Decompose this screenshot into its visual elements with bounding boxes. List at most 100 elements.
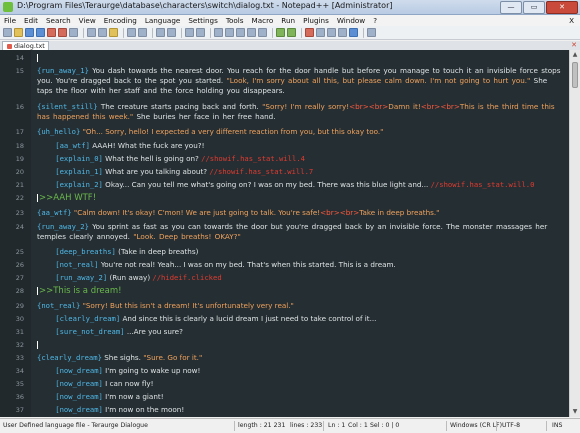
dialogue-text: She buries her face in her free hand. — [133, 112, 276, 121]
sync-horizontal-icon[interactable] — [225, 28, 234, 37]
maximize-button[interactable]: ▭ — [523, 1, 545, 14]
vertical-scrollbar[interactable]: ▲ ▼ — [569, 50, 580, 417]
notepad-plus-plus-icon — [3, 2, 13, 12]
undo-icon[interactable] — [127, 28, 136, 37]
replace-icon[interactable] — [167, 28, 176, 37]
copy-icon[interactable] — [98, 28, 107, 37]
menu-edit[interactable]: Edit — [20, 15, 42, 26]
dialogue-text: Okay... Can you tell me what's going on?… — [102, 180, 431, 189]
close-button[interactable]: ✕ — [546, 1, 578, 14]
status-sel: Sel : 0 | 0 — [370, 422, 400, 429]
line-text: [explain_0] What the hell is going on? /… — [37, 154, 562, 164]
spell-check-icon[interactable] — [367, 28, 376, 37]
toolbar-separator — [210, 27, 211, 38]
scrollbar-thumb[interactable] — [572, 62, 578, 88]
quoted-speech: "Oh... Sorry, hello! I expected a very d… — [80, 127, 384, 136]
line-text: [deep_breaths] (Take in deep breaths) — [37, 247, 562, 257]
quoted-speech: Take in deep breaths." — [359, 208, 440, 217]
zoom-in-icon[interactable] — [185, 28, 194, 37]
show-all-characters-icon[interactable] — [247, 28, 256, 37]
menu-settings[interactable]: Settings — [184, 15, 221, 26]
br-tag: <br><br> — [420, 102, 460, 111]
line-number: 26 — [15, 261, 24, 269]
save-macro-icon[interactable] — [349, 28, 358, 37]
dialogue-text: And since this is clearly a lucid dream … — [120, 314, 377, 323]
quoted-speech: "Look, I'm sorry about all this, but ple… — [226, 76, 531, 85]
close-all-icon[interactable] — [58, 28, 67, 37]
line-number: 22 — [15, 194, 24, 202]
menu-view[interactable]: View — [75, 15, 100, 26]
choice-label: [run_away_2] — [55, 273, 108, 282]
choice-label: [now_dream] — [55, 405, 103, 414]
quoted-speech: "Look. Deep breaths! OKAY?" — [133, 232, 241, 241]
stop-recording-icon[interactable] — [316, 28, 325, 37]
sync-vertical-icon[interactable] — [214, 28, 223, 37]
toolbar-separator — [181, 27, 182, 38]
menu-help[interactable]: ? — [369, 15, 381, 26]
menu-window[interactable]: Window — [333, 15, 369, 26]
scroll-down-icon[interactable]: ▼ — [571, 408, 579, 416]
status-language: User Defined language file - Teraurge Di… — [3, 422, 148, 429]
function-list-icon[interactable] — [287, 28, 296, 37]
close-file-icon[interactable] — [47, 28, 56, 37]
menu-tools[interactable]: Tools — [222, 15, 248, 26]
choice-label: {run_away_2} — [37, 222, 89, 231]
menu-bar: File Edit Search View Encoding Language … — [0, 15, 580, 26]
line-number: 17 — [15, 128, 24, 136]
dialogue-text: The creature starts pacing back and fort… — [97, 102, 263, 111]
line-number: 29 — [15, 302, 24, 310]
line-text — [37, 53, 562, 63]
dialogue-text: (Take in deep breaths) — [115, 247, 199, 256]
caret-bar — [37, 287, 38, 295]
menu-file[interactable]: File — [0, 15, 20, 26]
editor-area[interactable]: 14 15 {run_away_1} You dash towards the ne… — [0, 50, 580, 417]
line-text: {clearly_dream} She sighs. "Sure. Go for… — [37, 353, 562, 363]
line-text: {run_away_1} You dash towards the neares… — [37, 66, 562, 96]
redo-icon[interactable] — [138, 28, 147, 37]
status-divider — [446, 421, 447, 431]
choice-label: [now_dream] — [55, 379, 103, 388]
word-wrap-icon[interactable] — [236, 28, 245, 37]
menu-macro[interactable]: Macro — [248, 15, 278, 26]
save-all-icon[interactable] — [36, 28, 45, 37]
menu-encoding[interactable]: Encoding — [100, 15, 141, 26]
print-icon[interactable] — [69, 28, 78, 37]
scroll-up-icon[interactable]: ▲ — [571, 51, 579, 59]
choice-label: {clearly_dream} — [37, 353, 102, 362]
line-number: 27 — [15, 274, 24, 282]
line-text: [now_dream] I'm going to wake up now! — [37, 366, 562, 376]
document-map-icon[interactable] — [276, 28, 285, 37]
line-text: {uh_hello} "Oh... Sorry, hello! I expect… — [37, 127, 562, 137]
tab-close-button[interactable]: ✕ — [571, 41, 577, 49]
line-text: [not_real] You're not real! Yeah... I wa… — [37, 260, 562, 270]
record-macro-icon[interactable] — [305, 28, 314, 37]
menu-run[interactable]: Run — [277, 15, 299, 26]
menu-language[interactable]: Language — [141, 15, 184, 26]
paste-icon[interactable] — [109, 28, 118, 37]
menu-plugins[interactable]: Plugins — [299, 15, 333, 26]
new-file-icon[interactable] — [3, 28, 12, 37]
indent-guide-icon[interactable] — [258, 28, 267, 37]
modified-file-icon — [7, 43, 12, 49]
play-macro-icon[interactable] — [327, 28, 336, 37]
open-file-icon[interactable] — [14, 28, 23, 37]
menu-search[interactable]: Search — [42, 15, 75, 26]
run-macro-multiple-icon[interactable] — [338, 28, 347, 37]
save-icon[interactable] — [25, 28, 34, 37]
br-tag: <br><br> — [320, 208, 360, 217]
zoom-out-icon[interactable] — [196, 28, 205, 37]
line-number: 25 — [15, 248, 24, 256]
choice-label: {uh_hello} — [37, 127, 81, 136]
cut-icon[interactable] — [87, 28, 96, 37]
find-icon[interactable] — [156, 28, 165, 37]
toolbar-separator — [83, 27, 84, 38]
minimize-button[interactable]: — — [500, 1, 522, 14]
show-hide-command: //showif.has_stat.will.0 — [430, 180, 535, 189]
toolbar — [0, 26, 580, 40]
tab-label: dialog.txt — [14, 42, 45, 50]
close-document-button[interactable]: X — [565, 15, 580, 26]
line-number: 35 — [15, 380, 24, 388]
